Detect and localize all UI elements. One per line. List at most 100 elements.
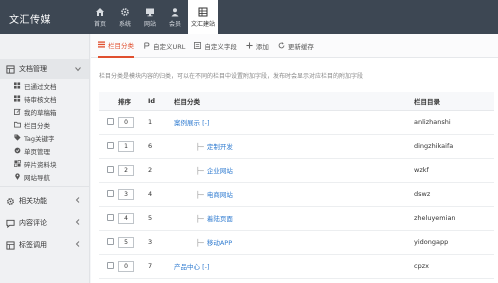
topnav-member[interactable]: 会员: [163, 0, 187, 34]
row-directory: wzkf: [414, 158, 494, 183]
row-directory: anlizhanshi: [414, 110, 494, 135]
row-checkbox[interactable]: [107, 261, 114, 269]
sidebar-group-related[interactable]: 相关功能: [0, 190, 89, 212]
pin-icon: [15, 173, 20, 180]
row-id: 3: [148, 230, 174, 255]
top-nav: 首页 系统 网站 会员 文汇建站: [88, 0, 219, 34]
topnav-label: 网站: [143, 20, 156, 28]
table-row: 1 6 ├─ 定制开发 dingzhikaifa: [99, 134, 494, 159]
field-icon: [194, 42, 202, 49]
tree-branch-icon: ├─: [196, 167, 204, 175]
topnav-label: 会员: [168, 20, 181, 28]
topnav-label: 文汇建站: [190, 20, 215, 28]
sidebar-group-tag-calls[interactable]: 标签调用: [0, 234, 89, 256]
row-checkbox[interactable]: [107, 165, 114, 173]
header-sort[interactable]: 排序: [118, 92, 148, 111]
plus-icon: [246, 42, 253, 49]
row-directory: zheluyemian: [414, 206, 494, 231]
sidebar-group-label: 内容评论: [19, 219, 47, 227]
table-header-row: 排序 Id 栏目分类 栏目目录: [99, 92, 494, 111]
category-name-link[interactable]: 定制开发: [207, 143, 233, 151]
sort-input[interactable]: 3: [118, 188, 134, 200]
row-checkbox[interactable]: [107, 117, 114, 125]
sidebar-item-label: 待审核文档: [24, 95, 57, 104]
chevron-left-icon: [75, 241, 80, 247]
sort-input[interactable]: 5: [118, 236, 134, 248]
gear-icon: [7, 197, 14, 205]
topnav-home[interactable]: 首页: [88, 0, 112, 34]
sidebar-group-comments[interactable]: 内容评论: [0, 212, 89, 234]
sidebar-item-fragments[interactable]: 碎片资料块: [0, 157, 89, 170]
tab-custom-fields[interactable]: 自定义字段: [194, 34, 237, 58]
list-icon: [14, 82, 21, 89]
row-directory: dingzhikaifa: [414, 134, 494, 159]
list-icon: [14, 95, 21, 102]
puzzle-icon: [14, 160, 21, 167]
folder-icon: [14, 121, 21, 128]
row-checkbox[interactable]: [107, 189, 114, 197]
table-row: 2 2 ├─ 企业网站 wzkf: [99, 158, 494, 183]
row-checkbox[interactable]: [107, 213, 114, 221]
table-row: 3 4 ├─ 电商网站 dswz: [99, 182, 494, 207]
topnav-system[interactable]: 系统: [113, 0, 137, 34]
tab-add[interactable]: 添加: [246, 34, 269, 58]
category-name-link[interactable]: 企业网站: [207, 167, 233, 175]
tab-label: 自定义字段: [204, 42, 237, 51]
header-category: 栏目分类: [174, 92, 414, 111]
sort-input[interactable]: 4: [118, 212, 134, 224]
tab-label: 更新缓存: [287, 42, 314, 51]
sort-input[interactable]: 0: [118, 260, 134, 272]
sort-input[interactable]: 1: [118, 140, 134, 152]
row-directory: dswz: [414, 182, 494, 207]
sidebar-item-pending-docs[interactable]: 待审核文档: [0, 92, 89, 105]
chevron-left-icon: [75, 197, 80, 203]
topnav-site-builder[interactable]: 文汇建站: [188, 0, 218, 34]
header-id[interactable]: Id: [148, 92, 174, 111]
tab-refresh-cache[interactable]: 更新缓存: [278, 34, 314, 58]
header-directory: 栏目目录: [414, 92, 494, 111]
sort-input[interactable]: 2: [118, 164, 134, 176]
user-icon: [171, 7, 179, 16]
row-checkbox[interactable]: [107, 141, 114, 149]
sidebar-group-label: 相关功能: [19, 197, 47, 205]
tab-categories[interactable]: 栏目分类: [98, 34, 134, 58]
sidebar-item-label: 栏目分类: [24, 121, 50, 130]
main-content: 栏目分类 自定义URL 自定义字段 添加 更新缓存 栏目分类是模块内容的归类，可…: [91, 34, 498, 283]
category-name-link[interactable]: 移动APP: [207, 239, 232, 247]
sidebar-item-drafts[interactable]: 我的草稿箱: [0, 105, 89, 118]
sidebar-group-label: 文档管理: [19, 65, 47, 73]
sidebar-item-tags[interactable]: Tag关键字: [0, 131, 89, 144]
category-name-link[interactable]: 案例展示 [-]: [174, 119, 209, 127]
sidebar-item-label: Tag关键字: [24, 134, 55, 143]
tag-icon: [14, 134, 21, 141]
sidebar-item-categories[interactable]: 栏目分类: [0, 118, 89, 131]
tree-branch-icon: ├─: [196, 143, 204, 151]
row-directory: cpzx: [414, 254, 494, 279]
category-name-link[interactable]: 电商网站: [207, 191, 233, 199]
sort-input[interactable]: 0: [118, 116, 134, 128]
sidebar: 文档管理 已通过文档 待审核文档 我的草稿箱 栏目分类 Tag关键字 单页管理 …: [0, 34, 90, 283]
app-logo[interactable]: 文汇传媒: [9, 11, 51, 26]
table-row: 0 7 产品中心 [-] cpzx: [99, 254, 494, 279]
sidebar-item-label: 我的草稿箱: [24, 108, 57, 117]
sidebar-item-label: 单页管理: [24, 147, 50, 156]
sidebar-item-approved-docs[interactable]: 已通过文档: [0, 79, 89, 92]
table-row: 0 1 案例展示 [-] anlizhanshi: [99, 110, 494, 135]
tab-custom-url[interactable]: 自定义URL: [143, 34, 185, 58]
sidebar-item-single-pages[interactable]: 单页管理: [0, 144, 89, 157]
list-icon: [98, 41, 105, 48]
row-checkbox[interactable]: [107, 237, 114, 245]
row-id: 6: [148, 134, 174, 159]
row-id: 1: [148, 110, 174, 135]
header-checkbox-cell: [99, 92, 118, 111]
sidebar-group-documents[interactable]: 文档管理: [0, 59, 89, 79]
sidebar-divider: [0, 186, 89, 187]
category-name-link[interactable]: 产品中心 [-]: [174, 263, 209, 271]
tab-label: 自定义URL: [153, 42, 186, 51]
action-tabs: 栏目分类 自定义URL 自定义字段 添加 更新缓存: [91, 34, 498, 58]
category-name-link[interactable]: 着陆页面: [207, 215, 233, 223]
chevron-down-icon: [75, 67, 81, 72]
grid-icon: [198, 7, 208, 16]
sidebar-item-site-nav[interactable]: 网站导航: [0, 170, 89, 183]
topnav-website[interactable]: 网站: [138, 0, 162, 34]
